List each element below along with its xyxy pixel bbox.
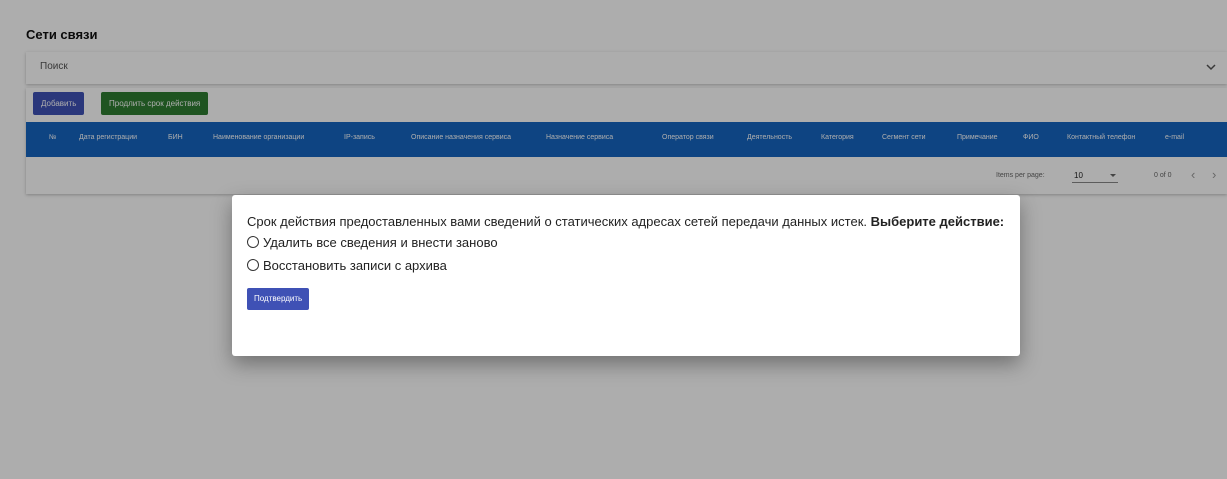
radio-option-delete[interactable]: Удалить все сведения и внести заново: [247, 235, 498, 250]
radio-button-icon[interactable]: [247, 236, 259, 248]
radio-option-delete-label: Удалить все сведения и внести заново: [263, 235, 498, 250]
dialog-message-bold: Выберите действие:: [870, 214, 1005, 229]
expiration-dialog: Срок действия предоставленных вами сведе…: [232, 195, 1020, 356]
radio-option-restore-label: Восстановить записи с архива: [263, 258, 447, 273]
dialog-message-text: Срок действия предоставленных вами сведе…: [247, 214, 867, 229]
dialog-message: Срок действия предоставленных вами сведе…: [247, 214, 1004, 229]
radio-button-icon[interactable]: [247, 259, 259, 271]
radio-option-restore[interactable]: Восстановить записи с архива: [247, 258, 447, 273]
confirm-button[interactable]: Подтвердить: [247, 288, 310, 310]
